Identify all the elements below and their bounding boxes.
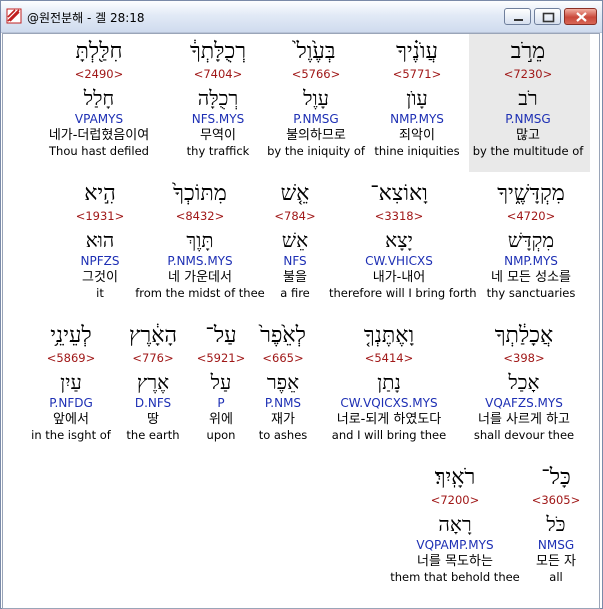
hebrew-word: כָּל־ (541, 465, 571, 490)
lexical-form: רֹב (518, 86, 538, 110)
korean-gloss: 네 모든 성소를 (490, 270, 572, 285)
strong-number: <398> (503, 351, 545, 365)
strong-number: <3318> (374, 209, 424, 223)
hebrew-word: וָאֶתֶּנְךָ֤ (363, 323, 415, 348)
word-cell[interactable]: וָאֶתֶּנְךָ֤ <5414> נָתַן CW.VQICXS.MYS … (319, 322, 459, 443)
strong-number: <7230> (503, 67, 553, 81)
hebrew-word: וָאוֹצִא־ (370, 181, 428, 206)
korean-gloss: 내가-내어 (372, 270, 426, 285)
hebrew-word: מִקְדָּשֶׁ֑יךָ (497, 181, 565, 206)
word-cell[interactable]: אֲכָלַ֔תְךָ <398> אָכַל VQAFZS.MYS 너를 사르… (454, 322, 594, 443)
maximize-icon (542, 12, 555, 23)
english-gloss: therefore will I bring forth (329, 286, 477, 300)
morph-code: CW.VQICXS.MYS (340, 396, 438, 410)
interlinear-panel: חִלַּ֖לְתָּ <2490> חָלַל VPAMYS 네가-더럽혔음이… (2, 33, 600, 609)
english-gloss: shall devour thee (473, 428, 575, 442)
maximize-button[interactable] (534, 8, 561, 25)
lexical-form: יָצָא (385, 228, 413, 252)
close-icon (576, 12, 587, 22)
lexical-form: אָכַל (508, 370, 540, 394)
word-cell[interactable]: וָאוֹצִא־ <3318> יָצָא CW.VHICXS 내가-내어 t… (329, 180, 477, 301)
korean-gloss: 너를 사르게 하고 (478, 412, 570, 427)
english-gloss: and I will bring thee (331, 428, 447, 442)
korean-gloss: 많고 (516, 128, 540, 143)
morph-code: VQAFZS.MYS (485, 396, 563, 410)
strong-number: <3605> (531, 493, 581, 507)
app-icon (6, 8, 22, 24)
hebrew-word: אֲכָלַ֔תְךָ (494, 323, 554, 348)
window-title: @원전분해 - 겔 28:18 (27, 11, 145, 25)
word-cell[interactable]: כָּל־ <3605> כֹּל NMSG 모든 자 all (486, 464, 603, 585)
close-button[interactable] (564, 8, 597, 25)
korean-gloss: 모든 자 (535, 554, 576, 569)
app-window: @원전분해 - 겔 28:18 חִלַּ֖לְתָּ <2490> חָלַל… (0, 0, 603, 609)
english-gloss: thy sanctuaries (486, 286, 576, 300)
strong-number: <4720> (506, 209, 556, 223)
morph-code: CW.VHICXS (365, 254, 433, 268)
minimize-button[interactable] (504, 8, 531, 25)
lexical-form: נָתַן (377, 370, 401, 394)
hebrew-word: מֵרֹ֣ב (510, 39, 546, 64)
lexical-form: כֹּל (546, 512, 566, 536)
lexical-form: מִקְדָּשׁ (507, 228, 555, 252)
title-bar[interactable]: @원전분해 - 겔 28:18 (1, 1, 602, 33)
word-cell-selected[interactable]: מֵרֹ֣ב <7230> רֹב P.NMSG 많고 by the multi… (458, 38, 598, 159)
strong-number: <5414> (364, 351, 414, 365)
morph-code: P.NMSG (505, 112, 551, 126)
minimize-icon (514, 19, 523, 21)
english-gloss: by the multitude of (472, 144, 584, 158)
word-cell[interactable]: מִקְדָּשֶׁ֑יךָ <4720> מִקְדָּשׁ NMP.MYS … (461, 180, 601, 301)
english-gloss: all (549, 570, 563, 584)
morph-code: NMSG (537, 538, 575, 552)
morph-code: NMP.MYS (504, 254, 558, 268)
korean-gloss: 너로-되게 하였도다 (336, 412, 442, 427)
